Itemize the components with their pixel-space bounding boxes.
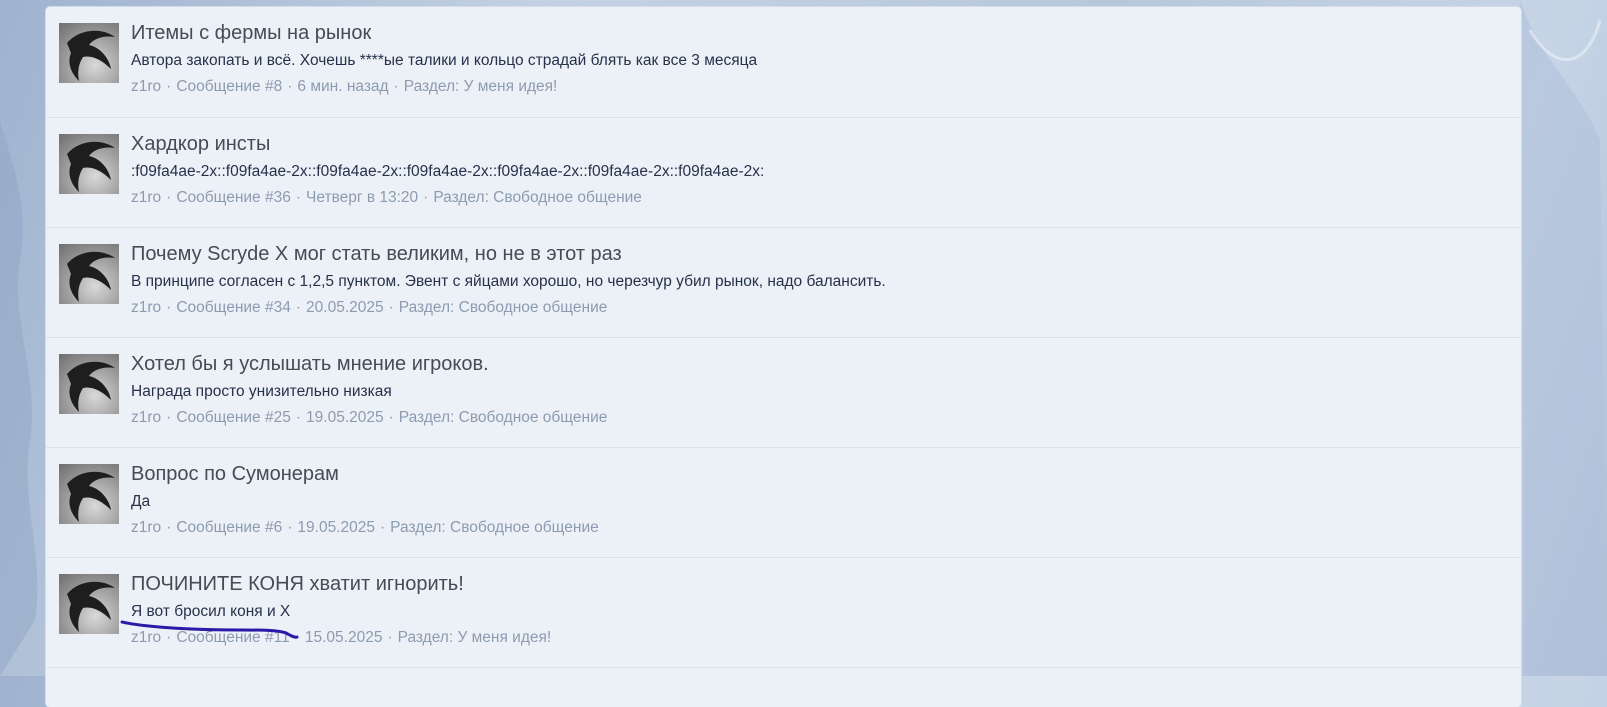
avatar[interactable] bbox=[59, 134, 119, 194]
meta-separator: · bbox=[166, 519, 172, 536]
thread-title-link[interactable]: ПОЧИНИТЕ КОНЯ хватит игнорить! bbox=[131, 572, 1501, 596]
post-date-link[interactable]: 19.05.2025 bbox=[306, 409, 384, 426]
meta-separator: · bbox=[166, 409, 172, 426]
post-meta: z1ro · Сообщение #25 · 19.05.2025 · Раздел: Св… bbox=[131, 408, 1501, 428]
meta-separator: · bbox=[388, 299, 394, 316]
result-row: Почему Scryde X мог стать великим, но не… bbox=[46, 228, 1521, 338]
result-row: Вопрос по Сумонерам Да z1ro · Сообщение #6… bbox=[46, 448, 1521, 558]
thread-title-link[interactable]: Почему Scryde X мог стать великим, но не… bbox=[131, 242, 1501, 266]
post-snippet: Автора закопать и всё. Хочешь ****ые тал… bbox=[131, 52, 758, 69]
avatar[interactable] bbox=[59, 244, 119, 304]
post-snippet: Я вот бросил коня и Х bbox=[131, 603, 291, 620]
post-meta: z1ro · Сообщение #11 · 15.05.2025 · Раздел: У … bbox=[131, 628, 1501, 648]
avatar[interactable] bbox=[59, 23, 119, 83]
section-link[interactable]: Раздел: У меня идея! bbox=[398, 629, 552, 646]
thread-title-link[interactable]: Вопрос по Сумонерам bbox=[131, 462, 1501, 486]
post-date-link[interactable]: 15.05.2025 bbox=[305, 629, 383, 646]
thread-title-link[interactable]: Хотел бы я услышать мнение игроков. bbox=[131, 352, 1501, 376]
meta-separator: · bbox=[393, 78, 399, 95]
meta-separator: · bbox=[166, 629, 172, 646]
meta-separator: · bbox=[388, 409, 394, 426]
post-number: Сообщение #11 bbox=[176, 629, 290, 646]
search-results-panel: Итемы с фермы на рынок Автора закопать и… bbox=[46, 7, 1521, 707]
result-row: Итемы с фермы на рынок Автора закопать и… bbox=[46, 7, 1521, 118]
result-row: Хардкор инсты :f09fa4ae-2x::f09fa4ae-2x:… bbox=[46, 118, 1521, 228]
result-row: Хотел бы я услышать мнение игроков. Нагр… bbox=[46, 338, 1521, 448]
author-link[interactable]: z1ro bbox=[131, 189, 161, 206]
post-meta: z1ro · Сообщение #34 · 20.05.2025 · Раздел: Св… bbox=[131, 298, 1501, 318]
post-date-link[interactable]: 6 мин. назад bbox=[297, 78, 388, 95]
author-link[interactable]: z1ro bbox=[131, 409, 161, 426]
thread-title-link[interactable]: Хардкор инсты bbox=[131, 132, 1501, 156]
author-link[interactable]: z1ro bbox=[131, 519, 161, 536]
post-snippet: :f09fa4ae-2x::f09fa4ae-2x::f09fa4ae-2x::… bbox=[131, 163, 765, 180]
avatar[interactable] bbox=[59, 354, 119, 414]
section-link[interactable]: Раздел: Свободное общение bbox=[433, 189, 642, 206]
post-date-link[interactable]: 20.05.2025 bbox=[306, 299, 384, 316]
avatar[interactable] bbox=[59, 464, 119, 524]
meta-separator: · bbox=[287, 519, 293, 536]
meta-separator: · bbox=[387, 629, 393, 646]
post-meta: z1ro · Сообщение #8 · 6 мин. назад · Раздел: У… bbox=[131, 77, 1501, 97]
meta-separator: · bbox=[166, 299, 172, 316]
post-meta: z1ro · Сообщение #36 · Четверг в 13:20 · Разде… bbox=[131, 188, 1501, 208]
post-snippet: Да bbox=[131, 493, 151, 510]
post-date-link[interactable]: Четверг в 13:20 bbox=[306, 189, 418, 206]
meta-separator: · bbox=[294, 629, 300, 646]
section-link[interactable]: Раздел: Свободное общение bbox=[390, 519, 599, 536]
result-row: ПОЧИНИТЕ КОНЯ хватит игнорить! Я вот бро… bbox=[46, 558, 1521, 668]
avatar[interactable] bbox=[59, 574, 119, 634]
section-link[interactable]: Раздел: Свободное общение bbox=[399, 299, 608, 316]
author-link[interactable]: z1ro bbox=[131, 629, 161, 646]
meta-separator: · bbox=[423, 189, 429, 206]
post-number: Сообщение #36 bbox=[176, 189, 291, 206]
meta-separator: · bbox=[295, 299, 302, 316]
author-link[interactable]: z1ro bbox=[131, 299, 161, 316]
post-number: Сообщение #34 bbox=[176, 299, 291, 316]
meta-separator: · bbox=[295, 409, 302, 426]
author-link[interactable]: z1ro bbox=[131, 78, 161, 95]
meta-separator: · bbox=[166, 78, 172, 95]
section-link[interactable]: Раздел: У меня идея! bbox=[404, 78, 558, 95]
post-number: Сообщение #6 bbox=[176, 519, 283, 536]
post-snippet: В принципе согласен с 1,2,5 пунктом. Эве… bbox=[131, 273, 886, 290]
post-meta: z1ro · Сообщение #6 · 19.05.2025 · Раздел: Сво… bbox=[131, 518, 1501, 538]
post-snippet: Награда просто унизительно низкая bbox=[131, 383, 392, 400]
meta-separator: · bbox=[379, 519, 386, 536]
section-link[interactable]: Раздел: Свободное общение bbox=[399, 409, 608, 426]
post-number: Сообщение #25 bbox=[176, 409, 291, 426]
thread-title-link[interactable]: Итемы с фермы на рынок bbox=[131, 21, 1501, 45]
post-date-link[interactable]: 19.05.2025 bbox=[297, 519, 375, 536]
meta-separator: · bbox=[295, 189, 302, 206]
meta-separator: · bbox=[287, 78, 293, 95]
post-number: Сообщение #8 bbox=[176, 78, 283, 95]
meta-separator: · bbox=[166, 189, 172, 206]
